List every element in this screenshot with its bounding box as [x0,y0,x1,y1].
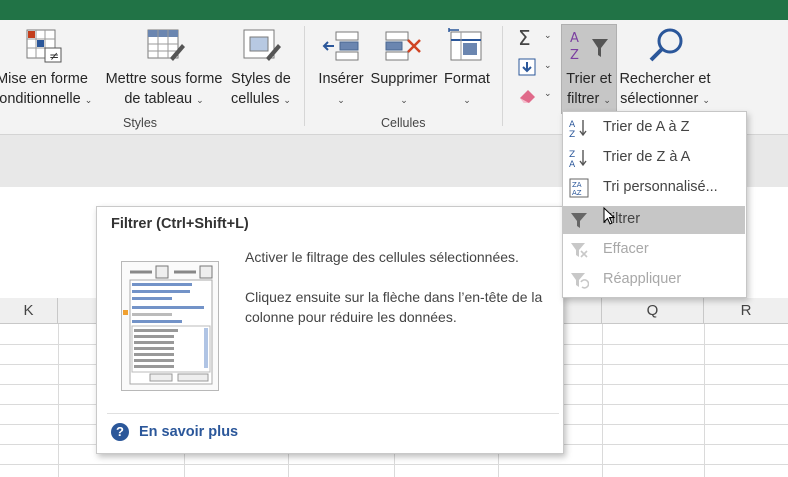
menu-item-custom-sort[interactable]: ZA AZ Tri personnalisé... [563,174,745,202]
menu-item-sort-desc[interactable]: ZA Trier de Z à A [563,144,745,172]
delete-button[interactable]: Supprimer ⌄ [368,20,440,112]
menu-item-clear[interactable]: Effacer [563,236,745,264]
help-icon: ? [111,423,129,441]
custom-sort-icon: ZAAZ [569,178,589,198]
chevron-down-icon: ⌄ [544,88,552,98]
menu-label: Réappliquer [603,271,682,287]
svg-text:A: A [569,120,576,130]
cell-styles-icon [243,29,281,61]
cond-format-label-1: Mise en forme [0,71,88,87]
learn-more-label: En savoir plus [139,424,239,440]
column-header-K[interactable]: K [0,298,58,324]
format-button[interactable]: Format ⌄ [440,20,494,112]
magnifier-icon [649,28,683,62]
chevron-down-icon: ⌄ [544,60,552,70]
fill-down-icon [518,58,536,76]
find-select-button[interactable]: Rechercher et sélectionner ⌄ [615,20,715,112]
menu-label: Trier de Z à A [603,149,691,165]
chevron-down-icon: ⌄ [400,95,408,105]
format-cells-icon [448,28,482,61]
sort-za-icon: ZA [569,150,587,168]
fill-button[interactable]: ⌄ [514,56,556,78]
svg-text:Z: Z [570,48,579,63]
menu-label: Trier de A à Z [603,119,690,135]
format-as-table-button[interactable]: Mettre sous forme de tableau ⌄ [100,20,228,112]
column-header-R[interactable]: R [704,298,788,324]
conditional-formatting-icon: ≠ [26,29,62,63]
sort-filter-menu: AZ Trier de A à Z ZA Trier de Z à A ZA AZ… [562,111,747,298]
tooltip-title: Filtrer (Ctrl+Shift+L) [111,216,249,232]
format-table-label-2: de tableau [124,91,193,107]
svg-text:Z: Z [569,150,575,160]
eraser-icon [520,90,535,103]
group-divider [304,26,305,126]
format-label: Format [444,71,490,87]
delete-label: Supprimer [370,71,438,87]
svg-text:AZ: AZ [572,189,582,197]
title-bar [0,0,788,20]
grid-line [602,324,603,477]
svg-text:ZA: ZA [572,181,582,189]
format-table-label-1: Mettre sous forme [105,71,223,87]
sort-filter-icon: A Z [570,31,608,63]
chevron-down-icon: ⌄ [463,95,471,105]
svg-text:A: A [570,31,579,46]
sigma-icon: Σ [518,26,531,50]
insert-button[interactable]: Insérer ⌄ [314,20,368,112]
sort-az-icon: AZ [569,120,587,138]
mouse-cursor-icon [603,207,615,225]
chevron-down-icon: ⌄ [603,95,611,105]
cell-styles-label-1: Styles de [231,71,291,87]
clear-button[interactable]: ⌄ [514,84,556,106]
cell-styles-label-2: cellules [231,91,280,107]
grid-line [0,464,788,465]
svg-text:≠: ≠ [49,49,59,63]
learn-more-link[interactable]: ? En savoir plus [111,423,238,441]
cond-format-label-2: conditionnelle [0,91,81,107]
chevron-down-icon: ⌄ [196,95,204,105]
menu-item-filter[interactable]: Filtrer [563,206,745,234]
tooltip-divider [107,413,559,414]
filter-preview-image [121,261,219,391]
svg-text:Z: Z [569,130,575,138]
menu-label: Effacer [603,241,649,257]
menu-label: Tri personnalisé... [603,179,718,195]
clear-filter-icon [571,243,588,258]
styles-group-label: Styles [123,116,158,130]
sort-filter-label-2: filtrer [567,91,600,107]
group-divider [502,26,503,126]
grid-line [58,324,59,477]
menu-item-reapply[interactable]: Réappliquer [563,266,745,294]
svg-text:A: A [569,160,576,168]
tooltip-desc-1: Activer le filtrage des cellules sélecti… [245,249,519,265]
find-select-label-1: Rechercher et [619,71,711,87]
filter-tooltip: Filtrer (Ctrl+Shift+L) Activer le filtra… [96,206,564,454]
format-as-table-icon [147,29,185,61]
insert-label: Insérer [318,71,364,87]
tooltip-desc-2: Cliquez ensuite sur la flèche dans l’en-… [245,289,543,325]
chevron-down-icon: ⌄ [84,95,93,105]
sort-filter-label-1: Trier et [566,71,612,87]
insert-cells-icon [322,31,359,61]
cells-group-label: Cellules [381,116,426,130]
filter-preview-drawing [123,265,213,385]
reapply-icon [571,273,589,289]
grid-line [704,324,705,477]
cell-styles-button[interactable]: Styles de cellules ⌄ [226,20,296,112]
chevron-down-icon: ⌄ [283,95,291,105]
delete-cells-icon [385,31,421,61]
tooltip-description: Activer le filtrage des cellules sélecti… [245,247,550,347]
autosum-button[interactable]: Σ ⌄ [514,26,556,50]
filter-icon [571,213,587,228]
sort-filter-button[interactable]: A Z Trier et filtrer ⌄ [561,24,617,114]
find-select-label-2: sélectionner [620,91,699,107]
chevron-down-icon: ⌄ [544,30,552,40]
chevron-down-icon: ⌄ [337,95,345,105]
column-header-Q[interactable]: Q [602,298,704,324]
conditional-formatting-button[interactable]: ≠ Mise en forme conditionnelle ⌄ [0,20,92,112]
chevron-down-icon: ⌄ [702,95,710,105]
menu-item-sort-asc[interactable]: AZ Trier de A à Z [563,114,745,142]
